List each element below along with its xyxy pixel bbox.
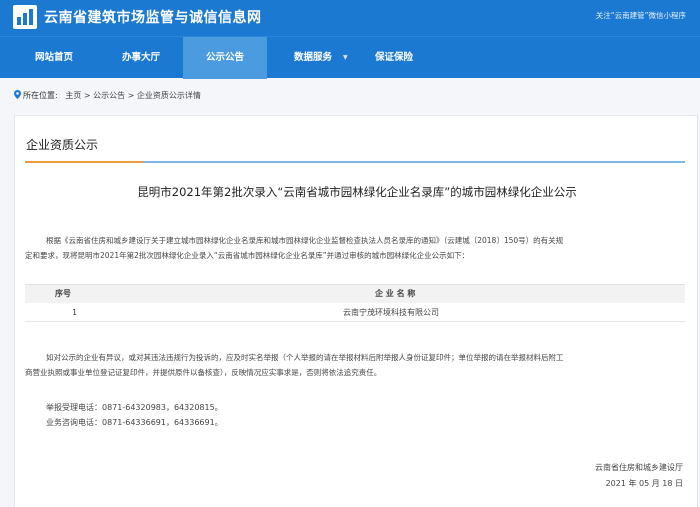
objection-paragraph-line-1: 如对公示的企业有异议，或对其违法违规行为投诉的，应及时实名举报（个人举报的请在举…: [46, 353, 564, 362]
report-phone: 举报受理电话：0871-64320983，64320815。: [46, 403, 223, 412]
intro-paragraph-line-1: 根据《云南省住房和城乡建设厅关于建立城市园林绿化企业名录库和城市园林绿化企业监督…: [46, 236, 564, 245]
nav-item-data-services[interactable]: 数据服务: [282, 37, 344, 79]
top-header: 云南省建筑市场监管与诚信信息网 关注“云南建管”微信小程序: [0, 0, 700, 36]
objection-paragraph-line-2: 商营业执照或事业单位登记证复印件，并提供原件以备核查），反映情况应实事求是，否则…: [25, 368, 382, 377]
site-title[interactable]: 云南省建筑市场监管与诚信信息网: [44, 7, 262, 27]
row-company-name: 云南宁茂环境科技有限公司: [343, 308, 439, 317]
nav-item-guarantee-insurance[interactable]: 保证保险: [362, 37, 426, 79]
row-no: 1: [72, 308, 78, 317]
nav-item-service-hall[interactable]: 办事大厅: [102, 37, 180, 79]
table-header: 序号 企 业 名 称: [25, 285, 685, 303]
wechat-follow-link[interactable]: 关注“云南建管”微信小程序: [596, 10, 686, 21]
nav-item-home[interactable]: 网站首页: [20, 37, 88, 79]
main-nav: 网站首页 办事大厅 公示公告 数据服务 ▼ 保证保险: [0, 36, 700, 79]
nav-item-announcements[interactable]: 公示公告: [183, 37, 267, 79]
publish-date: 2021 年 05 月 18 日: [605, 479, 683, 488]
chevron-down-icon[interactable]: ▼: [343, 54, 348, 61]
section-divider: [143, 161, 685, 163]
table-row: 1 云南宁茂环境科技有限公司: [25, 303, 685, 322]
breadcrumb: 所在位置: 主页 > 公示公告 > 企业资质公示详情: [14, 90, 201, 101]
section-title: 企业资质公示: [26, 138, 99, 152]
site-logo-icon[interactable]: [13, 5, 37, 29]
column-header-company-name: 企 业 名 称: [375, 289, 416, 298]
company-table: 序号 企 业 名 称 1 云南宁茂环境科技有限公司: [25, 284, 685, 322]
consult-phone: 业务咨询电话：0871-64336691，64336691。: [46, 418, 223, 427]
column-header-no: 序号: [55, 289, 71, 298]
section-title-underline: [25, 161, 145, 163]
intro-paragraph-line-2: 定和要求，现将昆明市2021年第2批次园林绿化企业录入“云南省城市园林绿化企业名…: [25, 251, 470, 260]
location-pin-icon: [14, 90, 21, 101]
content-panel: 企业资质公示 昆明市2021年第2批次录入“云南省城市园林绿化企业名录库”的城市…: [14, 115, 698, 507]
notice-headline: 昆明市2021年第2批次录入“云南省城市园林绿化企业名录库”的城市园林绿化企业公…: [137, 185, 577, 199]
breadcrumb-path[interactable]: 主页 > 公示公告 > 企业资质公示详情: [65, 91, 201, 100]
signer: 云南省住房和城乡建设厅: [595, 463, 683, 472]
breadcrumb-prefix: 所在位置:: [23, 91, 58, 100]
